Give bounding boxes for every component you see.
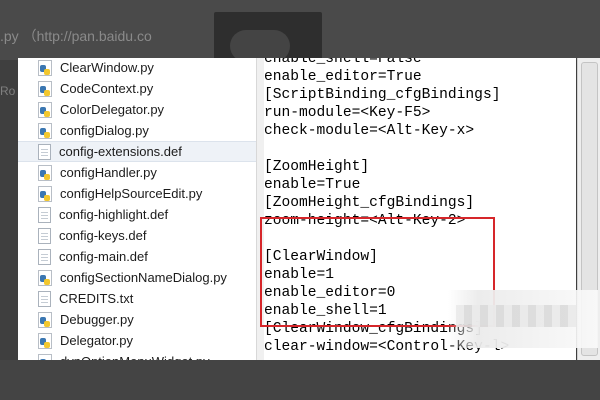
python-file-icon [38,59,52,76]
python-file-icon [38,332,52,349]
file-name: Delegator.py [60,333,133,348]
text-file-icon [38,290,51,307]
file-name: dynOptionMenuWidget.py [60,354,210,360]
watermark-pixelation [456,305,576,327]
file-name: ColorDelegator.py [60,102,165,117]
python-file-icon [38,353,52,360]
file-row[interactable]: config-keys.def [18,225,256,246]
file-name: config-main.def [59,249,148,264]
file-name: configHelpSourceEdit.py [60,186,203,201]
code-line: enable_shell=False [264,58,422,67]
file-row[interactable]: Delegator.py [18,330,256,351]
file-row[interactable]: ClearWindow.py [18,58,256,78]
file-list: ClearWindow.py CodeContext.py ColorDelegat… [18,58,256,360]
python-file-icon [38,311,52,328]
file-name: config-highlight.def [59,207,169,222]
file-name: configDialog.py [60,123,149,138]
file-row[interactable]: ColorDelegator.py [18,99,256,120]
file-row[interactable]: configHandler.py [18,162,256,183]
file-name: config-keys.def [59,228,147,243]
file-name: CREDITS.txt [59,291,134,306]
file-row[interactable]: config-extensions.def [18,141,256,162]
python-file-icon [38,101,52,118]
code-line: [ZoomHeight_cfgBindings] [264,195,475,211]
code-line: [ZoomHeight] [264,159,370,175]
file-row[interactable]: CREDITS.txt [18,288,256,309]
file-name: config-extensions.def [59,144,182,159]
code-line: enable_editor=True [264,69,422,85]
file-row[interactable]: config-main.def [18,246,256,267]
file-row[interactable]: Debugger.py [18,309,256,330]
file-row[interactable]: configDialog.py [18,120,256,141]
background-side-text: Ro [0,84,16,98]
text-file-icon [38,143,51,160]
code-line: enable=True [264,177,361,193]
file-name: Debugger.py [60,312,134,327]
background-bottom [0,360,600,400]
code-line: [ScriptBinding_cfgBindings] [264,87,501,103]
python-file-icon [38,185,52,202]
file-name: configHandler.py [60,165,157,180]
file-name: ClearWindow.py [60,60,154,75]
background-link-text: .py （http://pan.baidu.co [0,28,152,44]
code-line: run-module=<Key-F5> [264,105,431,121]
file-row[interactable]: config-highlight.def [18,204,256,225]
python-file-icon [38,269,52,286]
file-name: configSectionNameDialog.py [60,270,227,285]
code-line: check-module=<Alt-Key-x> [264,123,475,139]
file-explorer: ClearWindow.py CodeContext.py ColorDelegat… [18,58,257,360]
file-name: CodeContext.py [60,81,154,96]
python-file-icon [38,122,52,139]
python-file-icon [38,164,52,181]
text-file-icon [38,206,51,223]
python-file-icon [38,80,52,97]
file-row[interactable]: CodeContext.py [18,78,256,99]
text-file-icon [38,227,51,244]
file-row[interactable]: configHelpSourceEdit.py [18,183,256,204]
text-file-icon [38,248,51,265]
file-row[interactable]: configSectionNameDialog.py [18,267,256,288]
file-row[interactable]: dynOptionMenuWidget.py [18,351,256,360]
